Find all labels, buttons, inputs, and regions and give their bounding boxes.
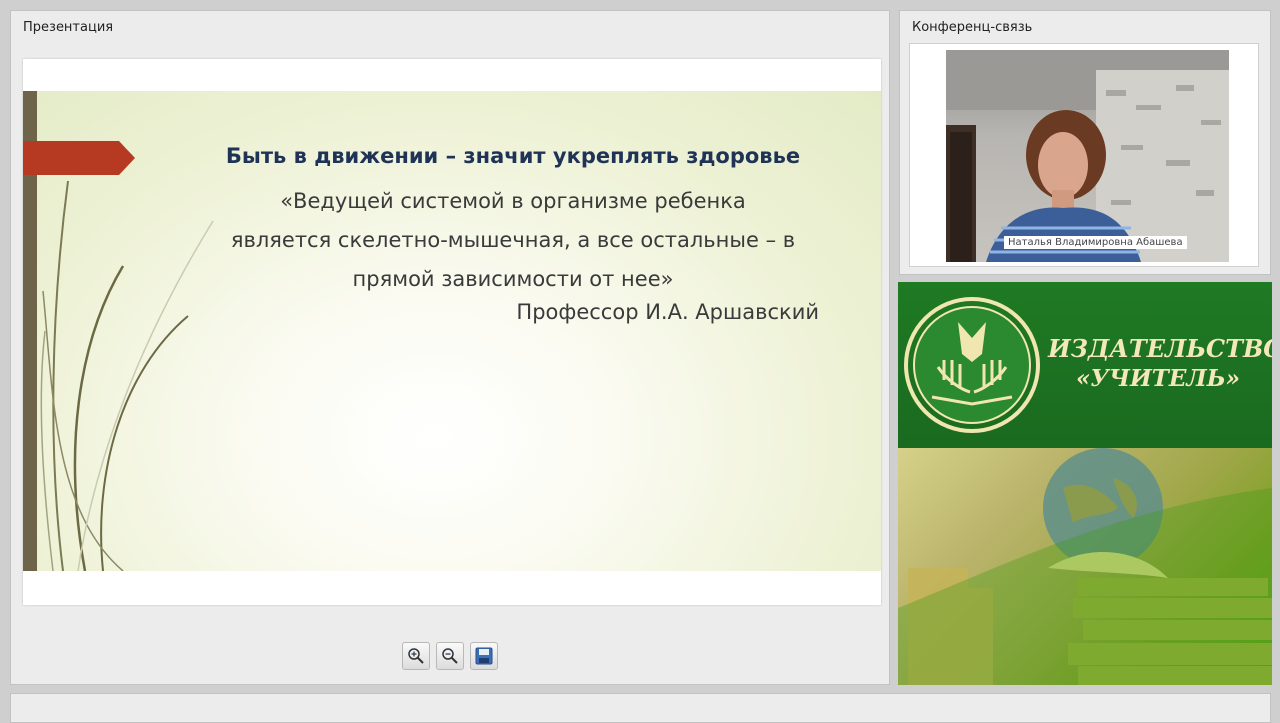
banner-books-image bbox=[898, 448, 1272, 685]
conference-panel: Конференц-связь Наталья Владимировна Аба… bbox=[899, 10, 1271, 275]
slide: Быть в движении – значит укреплять здоро… bbox=[23, 91, 881, 571]
slide-quote: «Ведущей системой в организме ребенка яв… bbox=[203, 182, 823, 299]
slide-author: Профессор И.А. Аршавский bbox=[516, 300, 819, 324]
publisher-name-line2: «УЧИТЕЛЬ» bbox=[1075, 365, 1241, 392]
participant-name-label: Наталья Владимировна Абашева bbox=[1004, 236, 1187, 249]
conference-panel-title: Конференц-связь bbox=[912, 20, 1033, 35]
magnifier-minus-icon bbox=[442, 648, 458, 664]
presentation-panel-title: Презентация bbox=[23, 20, 114, 35]
slide-quote-line: является скелетно-мышечная, а все осталь… bbox=[230, 228, 796, 252]
presentation-toolbar bbox=[402, 642, 502, 672]
zoom-out-button[interactable] bbox=[436, 642, 464, 670]
publisher-name-line1: ИЗДАТЕЛЬСТВО bbox=[1048, 334, 1272, 363]
open-book-emblem-icon bbox=[904, 297, 1040, 433]
magnifier-plus-icon bbox=[408, 648, 424, 664]
zoom-in-button[interactable] bbox=[402, 642, 430, 670]
presentation-panel: Презентация Быть в движении – значит укр… bbox=[10, 10, 890, 685]
banner-header: ИЗДАТЕЛЬСТВО «УЧИТЕЛЬ» bbox=[898, 282, 1272, 448]
video-frame: Наталья Владимировна Абашева bbox=[909, 43, 1259, 267]
books-and-globe-illustration bbox=[898, 448, 1272, 685]
webcam-image bbox=[946, 50, 1229, 262]
slide-accent-arrow bbox=[23, 141, 135, 175]
slide-quote-line: прямой зависимости от нее» bbox=[352, 267, 674, 291]
floppy-disk-icon bbox=[475, 647, 493, 665]
footer-bar bbox=[10, 693, 1271, 723]
save-button[interactable] bbox=[470, 642, 498, 670]
slide-quote-line: «Ведущей системой в организме ребенка bbox=[280, 189, 746, 213]
slide-heading: Быть в движении – значит укреплять здоро… bbox=[225, 144, 801, 168]
publisher-banner: ИЗДАТЕЛЬСТВО «УЧИТЕЛЬ» bbox=[898, 282, 1272, 685]
participant-video[interactable]: Наталья Владимировна Абашева bbox=[946, 50, 1229, 262]
slide-viewer[interactable]: Быть в движении – значит укреплять здоро… bbox=[23, 59, 881, 605]
